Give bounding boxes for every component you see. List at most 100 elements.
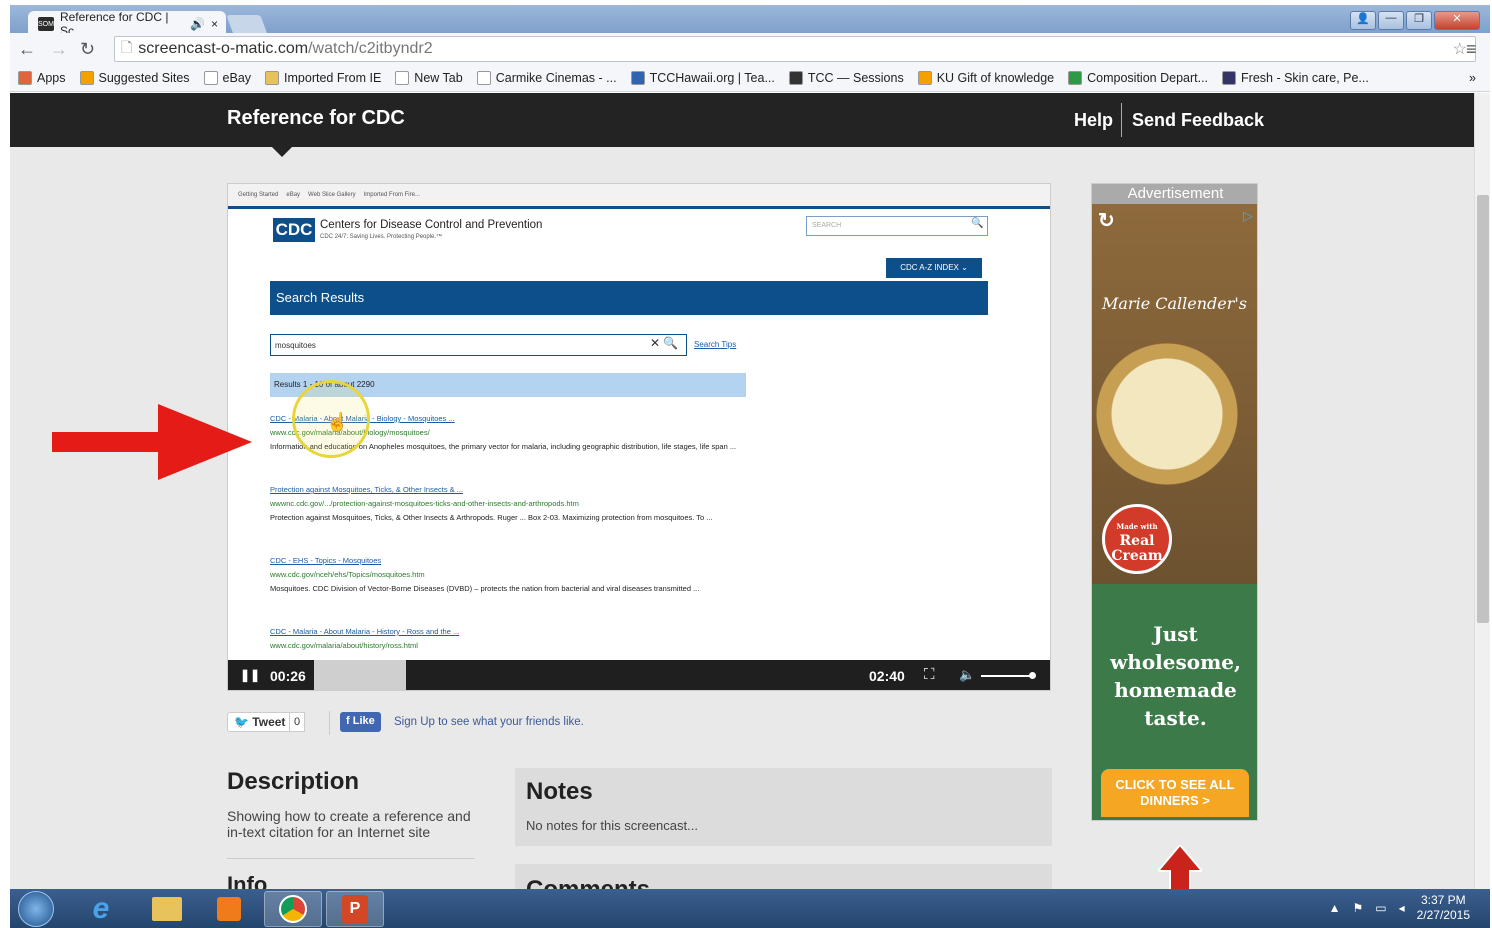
action-center-flag-icon[interactable]: ⚑ bbox=[1352, 901, 1363, 915]
description-heading: Description bbox=[227, 768, 360, 795]
scrollbar-thumb[interactable] bbox=[1477, 195, 1489, 623]
signup-rest: to see what your friends like. bbox=[434, 716, 584, 728]
red-arrow-annotation bbox=[52, 404, 252, 480]
search-result: CDC - Malaria - About Malaria - History … bbox=[270, 625, 750, 653]
bookmark-label: New Tab bbox=[414, 71, 463, 85]
back-arrow-icon[interactable]: ← bbox=[18, 39, 36, 60]
advertisement[interactable]: Advertisement ↻ ▷ Marie Callender's Made… bbox=[1091, 183, 1258, 821]
new-tab-button[interactable] bbox=[226, 15, 268, 35]
result-url: www.cdc.gov/nceh/ehs/Topics/mosquitoes.h… bbox=[270, 570, 425, 579]
speaker-icon[interactable]: ◂ bbox=[1399, 901, 1405, 915]
volume-slider[interactable] bbox=[981, 675, 1033, 677]
tweet-button[interactable]: 🐦 Tweet bbox=[227, 712, 293, 732]
tray-expand-icon[interactable]: ▲ bbox=[1329, 901, 1341, 915]
result-url: wwwnc.cdc.gov/.../protection-against-mos… bbox=[270, 499, 579, 508]
pause-icon[interactable]: ❚❚ bbox=[240, 668, 260, 682]
forward-arrow-icon[interactable]: → bbox=[50, 39, 68, 60]
bookmark-icon bbox=[630, 71, 645, 85]
page-content: Reference for CDC Help Send Feedback Get… bbox=[10, 93, 1474, 889]
video-player[interactable]: Getting Started eBay Web Slice Gallery Impo… bbox=[227, 183, 1051, 691]
bookmark-label: TCCHawaii.org | Tea... bbox=[649, 71, 775, 85]
adchoices-icon[interactable]: ▷ bbox=[1243, 208, 1253, 224]
site-header: Reference for CDC Help Send Feedback bbox=[10, 93, 1474, 157]
close-window-button[interactable]: ✕ bbox=[1434, 11, 1480, 30]
like-label: Like bbox=[352, 715, 375, 727]
clock-time: 3:37 PM bbox=[1420, 893, 1466, 907]
notes-panel: Notes No notes for this screencast... bbox=[515, 768, 1052, 846]
video-controls: ❚❚ 00:26 02:40 ⛶ 🔈 bbox=[228, 660, 1050, 690]
social-divider bbox=[329, 711, 330, 735]
user-icon[interactable]: 👤 bbox=[1350, 11, 1376, 30]
bookmark-star-icon[interactable]: ☆ bbox=[1453, 39, 1467, 59]
bookmark-item[interactable]: TCC — Sessions bbox=[788, 71, 904, 85]
tab-close-icon[interactable]: × bbox=[211, 17, 218, 31]
maximize-button[interactable]: ❐ bbox=[1406, 11, 1432, 30]
bookmark-icon bbox=[1222, 71, 1237, 85]
ad-tagline: Just wholesome, homemade taste. bbox=[1110, 622, 1241, 730]
notes-heading: Notes bbox=[526, 778, 593, 805]
bookmark-item[interactable]: Fresh - Skin care, Pe... bbox=[1222, 71, 1369, 85]
reload-icon[interactable]: ↻ bbox=[80, 39, 95, 60]
badge-text: Real Cream bbox=[1111, 533, 1163, 564]
facebook-like-button[interactable]: f Like bbox=[340, 712, 381, 732]
bookmark-item[interactable]: Carmike Cinemas - ... bbox=[476, 71, 617, 85]
bookmarks-bar: Apps Suggested Sites eBay Imported From IE N… bbox=[10, 65, 1490, 92]
bookmark-icon bbox=[265, 71, 280, 85]
ad-cta-button[interactable]: CLICK TO SEE ALL DINNERS > bbox=[1101, 769, 1249, 817]
bookmark-label: TCC — Sessions bbox=[807, 71, 904, 85]
address-bar[interactable]: 🗋 screencast-o-matic.com/watch/c2itbyndr… bbox=[114, 36, 1476, 62]
ad-image[interactable]: ↻ ▷ Marie Callender's Made with Real Crea… bbox=[1092, 204, 1257, 584]
internet-explorer-icon[interactable]: e bbox=[72, 891, 130, 927]
file-explorer-icon[interactable] bbox=[138, 891, 196, 927]
video-header-line bbox=[228, 206, 1050, 209]
url-path: /watch/c2itbyndr2 bbox=[308, 40, 433, 57]
bookmark-item[interactable]: Imported From IE bbox=[265, 71, 381, 85]
media-player-icon[interactable] bbox=[200, 891, 258, 927]
cdc-logo: CDC bbox=[273, 218, 315, 242]
search-result: CDC - EHS - Topics - Mosquitoes www.cdc.g… bbox=[270, 554, 750, 596]
bookmark-item[interactable]: Apps bbox=[18, 71, 66, 85]
system-clock[interactable]: 3:37 PM 2/27/2015 bbox=[1417, 893, 1470, 923]
send-feedback-link[interactable]: Send Feedback bbox=[1132, 110, 1264, 131]
bookmark-item[interactable]: KU Gift of knowledge bbox=[917, 71, 1055, 85]
volume-knob[interactable] bbox=[1029, 672, 1036, 679]
result-title: CDC - EHS - Topics - Mosquitoes bbox=[270, 556, 382, 565]
bookmark-label: Carmike Cinemas - ... bbox=[495, 71, 617, 85]
bookmark-label: KU Gift of knowledge bbox=[936, 71, 1055, 85]
menu-icon[interactable]: ≡ bbox=[1466, 39, 1477, 60]
replay-icon[interactable]: ↻ bbox=[1098, 208, 1115, 233]
network-icon[interactable]: ▭ bbox=[1375, 901, 1386, 915]
chrome-icon[interactable] bbox=[264, 891, 322, 927]
volume-icon[interactable]: 🔈 bbox=[959, 667, 975, 683]
bookmark-label: eBay bbox=[222, 71, 252, 85]
start-button[interactable] bbox=[18, 891, 54, 927]
bookmark-item[interactable]: Suggested Sites bbox=[79, 71, 190, 85]
facebook-signup-link[interactable]: Sign Up bbox=[394, 716, 435, 728]
page-icon: 🗋 bbox=[121, 39, 133, 55]
ad-label: Advertisement bbox=[1092, 184, 1257, 204]
video-progress-fill[interactable] bbox=[314, 660, 406, 690]
bookmarks-overflow-icon[interactable]: » bbox=[1469, 71, 1476, 85]
minimize-button[interactable]: — bbox=[1378, 11, 1404, 30]
tweet-label: Tweet bbox=[252, 715, 286, 729]
fullscreen-icon[interactable]: ⛶ bbox=[924, 666, 935, 683]
bookmark-icon bbox=[203, 71, 218, 85]
bookmark-item[interactable]: Composition Depart... bbox=[1068, 71, 1208, 85]
bookmark-label: Composition Depart... bbox=[1087, 71, 1209, 85]
notes-text: No notes for this screencast... bbox=[526, 818, 698, 833]
bookmark-item[interactable]: eBay bbox=[203, 71, 252, 85]
bookmark-item[interactable]: New Tab bbox=[395, 71, 463, 85]
help-link[interactable]: Help bbox=[1074, 110, 1113, 131]
cdc-query-field: mosquitoes bbox=[270, 334, 687, 356]
bookmark-icon bbox=[1068, 71, 1083, 85]
comments-heading: Comments bbox=[526, 876, 650, 889]
bookmark-label: Apps bbox=[37, 71, 66, 85]
tweet-count: 0 bbox=[289, 712, 305, 732]
windows-taskbar: e P ▲ ⚑ ▭ ◂ 3:37 PM 2/27/2015 bbox=[10, 889, 1490, 928]
page-scrollbar[interactable] bbox=[1474, 93, 1490, 889]
real-cream-badge: Made with Real Cream bbox=[1102, 504, 1172, 574]
twitter-bird-icon: 🐦 bbox=[234, 715, 249, 729]
bookmark-item[interactable]: TCCHawaii.org | Tea... bbox=[630, 71, 775, 85]
system-tray: ▲ ⚑ ▭ ◂ 3:37 PM 2/27/2015 bbox=[1329, 893, 1470, 923]
powerpoint-icon[interactable]: P bbox=[326, 891, 384, 927]
